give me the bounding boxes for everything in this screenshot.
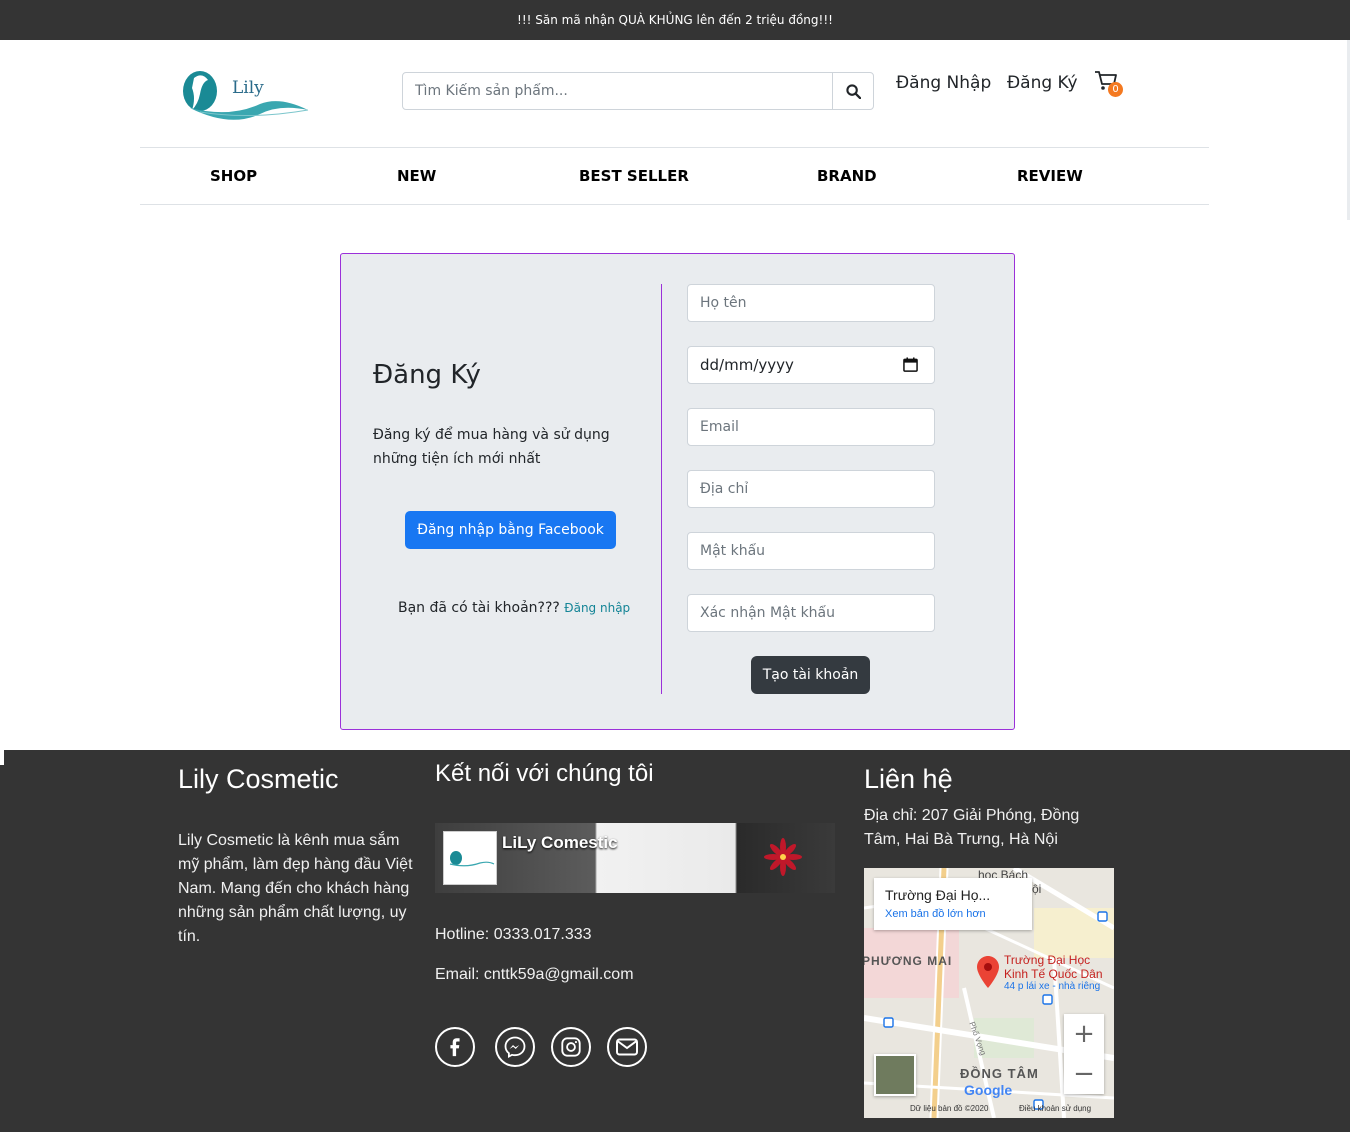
- site-footer: Lily Cosmetic Lily Cosmetic là kênh mua …: [4, 750, 1350, 1132]
- footer-connect-title: Kết nối với chúng tôi: [435, 760, 654, 787]
- instagram-social-button[interactable]: [551, 1027, 591, 1067]
- flower-decoration-icon: [764, 838, 802, 876]
- zoom-out-button[interactable]: −: [1064, 1054, 1104, 1094]
- dob-input[interactable]: dd/mm/yyyy: [687, 346, 935, 384]
- footer-about-text: Lily Cosmetic là kênh mua sắm mỹ phẩm, l…: [178, 832, 413, 945]
- mail-icon: [616, 1038, 638, 1056]
- map-district-dong-tam: ĐỒNG TÂM: [960, 1066, 1039, 1081]
- confirm-password-input[interactable]: [687, 594, 935, 632]
- map-place-title: Trường Đại Họ...: [885, 887, 991, 903]
- create-account-button[interactable]: Tạo tài khoản: [751, 656, 870, 694]
- cart-count-badge: 0: [1108, 82, 1123, 97]
- map-terms-link[interactable]: Điều khoản sử dụng: [1019, 1104, 1091, 1113]
- signup-title: Đăng Ký: [373, 360, 481, 390]
- facebook-icon: [450, 1038, 460, 1057]
- site-header: Lily Đăng Nhập Đăng Ký 0: [0, 40, 1350, 148]
- footer-about-title: Lily Cosmetic: [178, 764, 339, 794]
- footer-hotline: Hotline: 0333.017.333: [435, 926, 592, 943]
- login-link[interactable]: Đăng Nhập: [896, 73, 991, 93]
- dob-value: dd/mm/yyyy: [700, 356, 794, 374]
- search-button[interactable]: [832, 72, 874, 110]
- cart-button[interactable]: 0: [1094, 70, 1126, 100]
- logo[interactable]: Lily: [180, 64, 312, 122]
- have-account-label: Bạn đã có tài khoản???: [398, 600, 560, 616]
- facebook-page-banner[interactable]: LiLy Comestic: [435, 823, 835, 893]
- calendar-icon[interactable]: [903, 357, 918, 372]
- vertical-divider: [661, 284, 662, 694]
- instagram-icon: [561, 1037, 581, 1057]
- satellite-toggle[interactable]: [874, 1054, 916, 1096]
- signup-card: Đăng Ký Đăng ký để mua hàng và sử dụng n…: [340, 253, 1015, 730]
- facebook-page-thumbnail: [443, 831, 497, 885]
- login-link-small[interactable]: Đăng nhập: [564, 601, 630, 615]
- password-input[interactable]: [687, 532, 935, 570]
- google-logo: Google: [964, 1082, 1013, 1098]
- map-data-credit: Dữ liệu bản đồ ©2020: [910, 1104, 989, 1113]
- nav-new[interactable]: NEW: [397, 167, 436, 185]
- zoom-in-button[interactable]: +: [1064, 1014, 1104, 1054]
- map-district-phuong-mai: PHƯƠNG MAI: [864, 954, 953, 968]
- map-sub-label: 44 p lái xe - nhà riêng: [1004, 981, 1101, 992]
- search-input[interactable]: [402, 72, 833, 110]
- nav-review[interactable]: REVIEW: [1017, 167, 1083, 185]
- footer-address: Địa chỉ: 207 Giải Phóng, Đồng Tâm, Hai B…: [864, 807, 1080, 848]
- name-input[interactable]: [687, 284, 935, 322]
- facebook-page-name: LiLy Comestic: [502, 833, 618, 852]
- google-map[interactable]: học Bách ội PHƯƠNG MAI Trường Đại Học Ki…: [864, 868, 1114, 1118]
- lily-thumb-logo-icon: [449, 851, 495, 867]
- larger-map-link[interactable]: Xem bản đồ lớn hơn: [885, 908, 986, 920]
- nav-brand[interactable]: BRAND: [817, 167, 877, 185]
- footer-email: Email: cnttk59a@gmail.com: [435, 966, 634, 983]
- map-top-label-2: ội: [1032, 882, 1042, 896]
- search-icon: [845, 83, 861, 99]
- address-input[interactable]: [687, 470, 935, 508]
- messenger-icon: [504, 1036, 526, 1059]
- map-place-card: Trường Đại Họ... Xem bản đồ lớn hơn: [874, 878, 1032, 930]
- map-marker-label-1: Trường Đại Học: [1004, 953, 1091, 967]
- map-marker-label-2: Kinh Tế Quốc Dân: [1004, 967, 1103, 981]
- have-account-text: Bạn đã có tài khoản??? Đăng nhập: [398, 600, 630, 616]
- search-group: [402, 72, 874, 110]
- main-nav: SHOP NEW BEST SELLER BRAND REVIEW: [140, 147, 1209, 205]
- promo-bar: !!! Săn mã nhận QUÀ KHỦNG lên đến 2 triệ…: [0, 0, 1350, 40]
- facebook-login-button[interactable]: Đăng nhập bằng Facebook: [405, 511, 616, 549]
- register-link[interactable]: Đăng Ký: [1007, 73, 1078, 93]
- map-zoom-controls: + −: [1064, 1014, 1104, 1094]
- facebook-social-button[interactable]: [435, 1027, 475, 1067]
- promo-text: !!! Săn mã nhận QUÀ KHỦNG lên đến 2 triệ…: [517, 13, 833, 27]
- messenger-social-button[interactable]: [495, 1027, 535, 1067]
- email-input[interactable]: [687, 408, 935, 446]
- footer-contact-title: Liên hệ: [864, 764, 953, 794]
- nav-best-seller[interactable]: BEST SELLER: [579, 167, 689, 185]
- mail-social-button[interactable]: [607, 1027, 647, 1067]
- logo-text: Lily: [232, 78, 264, 98]
- nav-shop[interactable]: SHOP: [210, 167, 257, 185]
- signup-description: Đăng ký để mua hàng và sử dụng những tiệ…: [373, 427, 610, 467]
